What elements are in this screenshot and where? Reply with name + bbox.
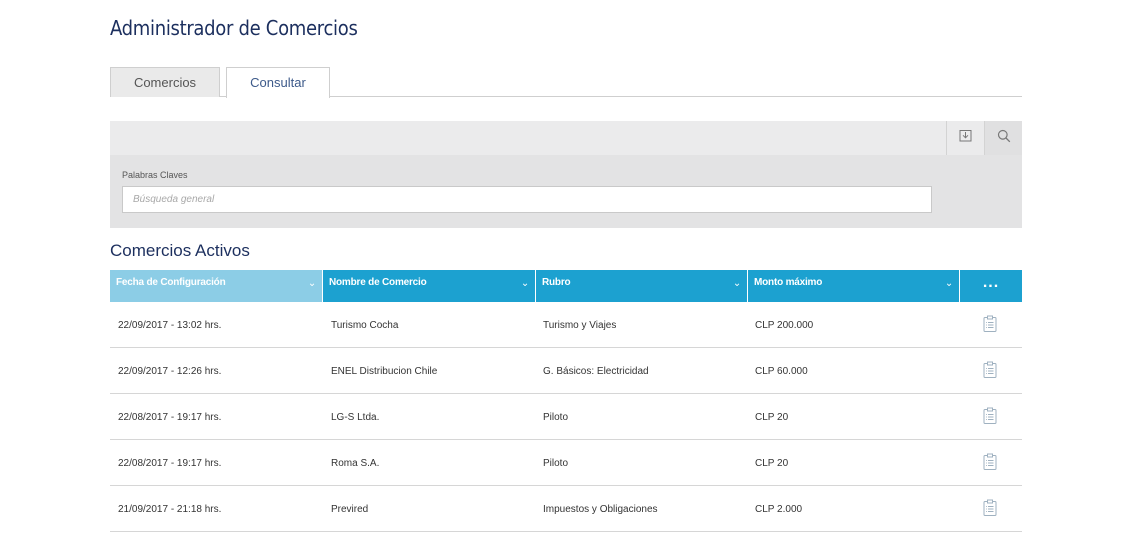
download-button[interactable] [946,121,984,155]
commerce-table: Fecha de Configuración ⌄ Nombre de Comer… [110,270,1022,532]
section-title: Comercios Activos [110,241,250,260]
clipboard-icon [983,453,997,470]
tab-bar: Comercios Consultar [110,67,1022,98]
table-header: Fecha de Configuración ⌄ Nombre de Comer… [110,270,1022,302]
clipboard-icon [983,315,997,332]
cell-rubro: G. Básicos: Electricidad [543,366,649,377]
detail-button[interactable] [983,453,997,473]
cell-rubro: Impuestos y Obligaciones [543,504,658,515]
chevron-down-icon: ⌄ [307,278,316,289]
detail-button[interactable] [983,407,997,427]
cell-nombre: Previred [331,504,369,515]
page-title: Administrador de Comercios [110,16,358,40]
cell-monto: CLP 200.000 [755,320,814,331]
column-label: Nombre de Comercio [329,277,427,288]
detail-button[interactable] [983,361,997,381]
search-input[interactable] [122,186,932,213]
more-options-button[interactable]: ... [960,270,1022,302]
cell-nombre: ENEL Distribucion Chile [331,366,438,377]
tab-consultar[interactable]: Consultar [226,67,330,98]
column-label: Fecha de Configuración [116,277,226,288]
cell-fecha: 22/08/2017 - 19:17 hrs. [118,458,222,469]
search-panel: Palabras Claves [110,121,1022,228]
keywords-label: Palabras Claves [122,170,188,180]
cell-monto: CLP 20 [755,412,789,423]
chevron-down-icon: ⌄ [520,278,529,289]
cell-fecha: 22/09/2017 - 12:26 hrs. [118,366,222,377]
table-row: 22/09/2017 - 13:02 hrs. Turismo Cocha Tu… [110,302,1022,348]
cell-nombre: LG-S Ltda. [331,412,380,423]
chevron-down-icon: ⌄ [944,278,953,289]
cell-monto: CLP 60.000 [755,366,808,377]
clipboard-icon [983,407,997,424]
column-header-nombre[interactable]: Nombre de Comercio ⌄ [323,270,535,302]
more-icon: ... [982,274,1000,291]
clipboard-icon [983,361,997,378]
table-row: 21/09/2017 - 21:18 hrs. Previred Impuest… [110,486,1022,532]
cell-nombre: Turismo Cocha [331,320,399,331]
cell-fecha: 22/09/2017 - 13:02 hrs. [118,320,222,331]
cell-monto: CLP 20 [755,458,789,469]
column-label: Rubro [542,277,571,288]
table-row: 22/08/2017 - 19:17 hrs. LG-S Ltda. Pilot… [110,394,1022,440]
cell-monto: CLP 2.000 [755,504,803,515]
detail-button[interactable] [983,315,997,335]
column-header-monto[interactable]: Monto máximo ⌄ [748,270,959,302]
table-row: 22/09/2017 - 12:26 hrs. ENEL Distribucio… [110,348,1022,394]
clipboard-icon [983,499,997,516]
cell-rubro: Turismo y Viajes [543,320,617,331]
search-button[interactable] [984,121,1022,155]
cell-fecha: 21/09/2017 - 21:18 hrs. [118,504,222,515]
chevron-down-icon: ⌄ [732,278,741,289]
table-row: 22/08/2017 - 19:17 hrs. Roma S.A. Piloto… [110,440,1022,486]
tab-comercios[interactable]: Comercios [110,67,220,97]
column-label: Monto máximo [754,277,823,288]
download-icon [959,129,972,147]
column-header-rubro[interactable]: Rubro ⌄ [536,270,747,302]
cell-rubro: Piloto [543,458,569,469]
column-header-fecha[interactable]: Fecha de Configuración ⌄ [110,270,322,302]
cell-fecha: 22/08/2017 - 19:17 hrs. [118,412,222,423]
detail-button[interactable] [983,499,997,519]
cell-rubro: Piloto [543,412,569,423]
search-toolbar [110,121,1022,155]
search-icon [997,129,1011,148]
cell-nombre: Roma S.A. [331,458,380,469]
